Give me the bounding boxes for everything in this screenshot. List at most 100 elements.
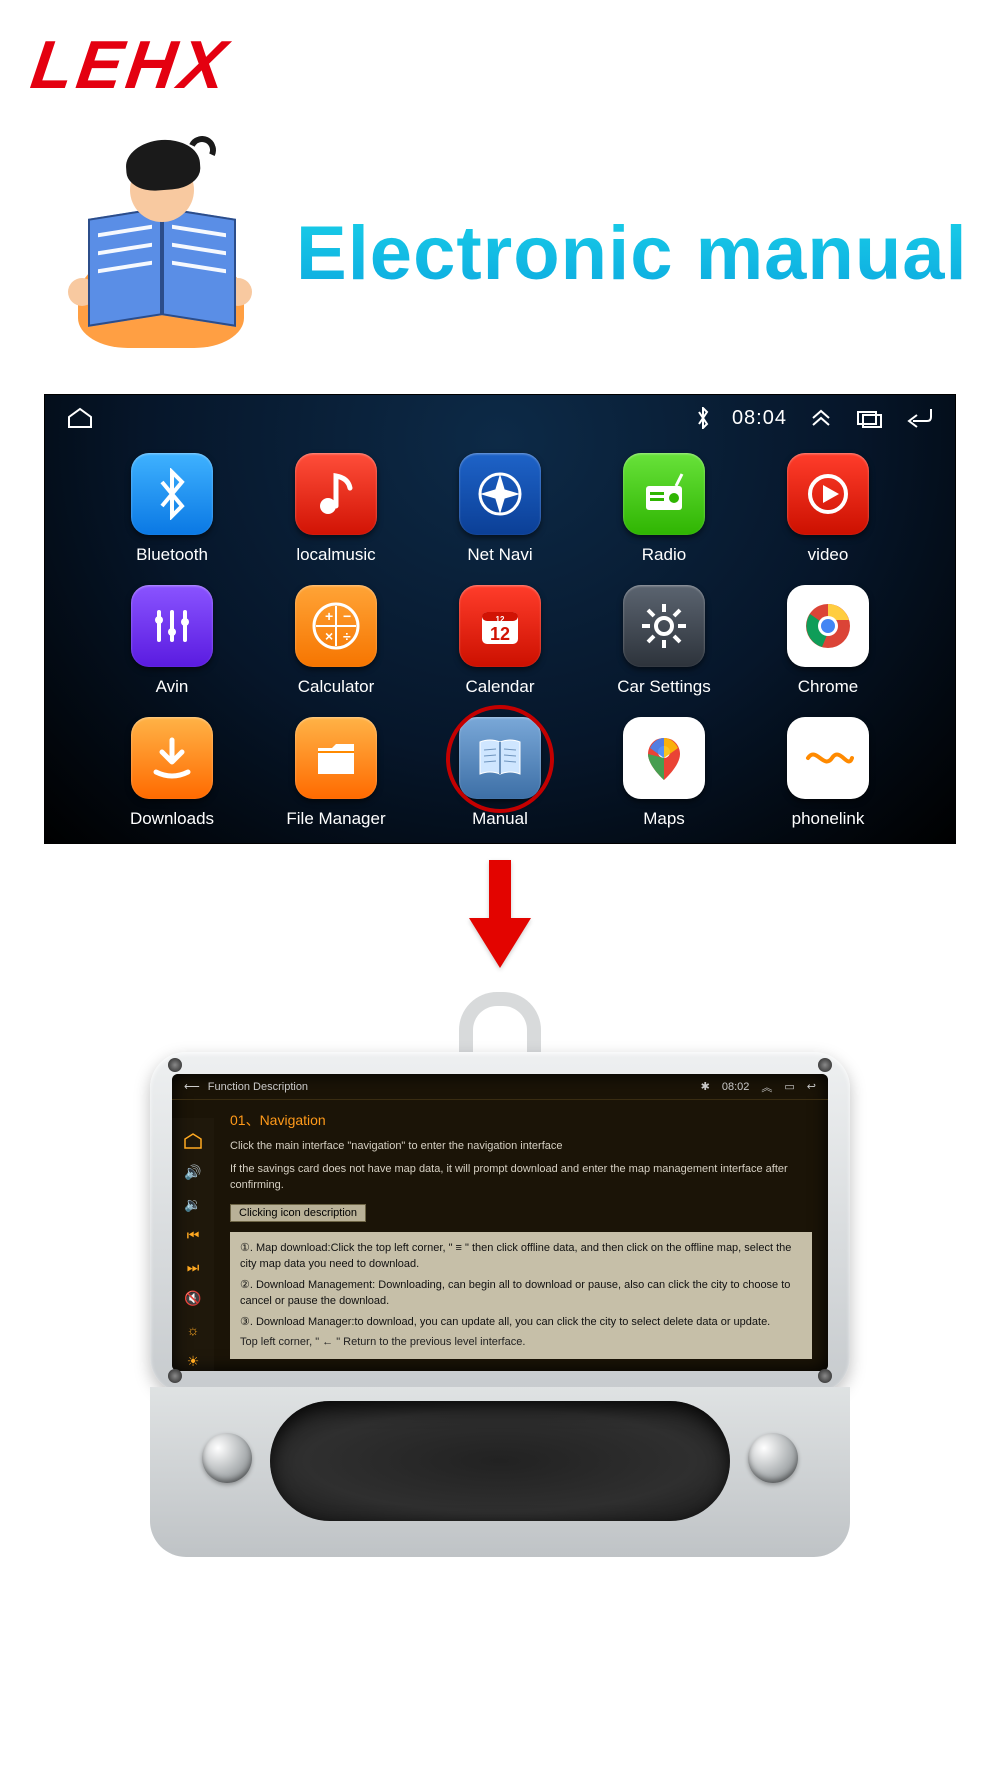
recents-icon[interactable] bbox=[855, 408, 883, 428]
app-label: Calculator bbox=[298, 677, 375, 697]
manual-item-1: ①. Map download:Click the top left corne… bbox=[240, 1240, 802, 1273]
netnavi-icon bbox=[459, 453, 541, 535]
manual-ordered-list: ①. Map download:Click the top left corne… bbox=[230, 1232, 812, 1359]
sidebar-vol-down-icon[interactable]: 🔉 bbox=[181, 1196, 205, 1214]
svg-text:−: − bbox=[343, 608, 351, 624]
apps-grid: Bluetooth localmusic Net Navi Radio video Avi… bbox=[45, 441, 955, 835]
sidebar-next-icon[interactable]: ⏭ bbox=[181, 1259, 205, 1277]
app-chrome[interactable]: Chrome bbox=[751, 585, 905, 697]
app-maps[interactable]: Maps bbox=[587, 717, 741, 829]
svg-text:×: × bbox=[325, 628, 333, 644]
device-frame: ⟵ Function Description ✱ 08:02 ︽ ▭ ↩ 🔊 🔉 bbox=[150, 1052, 850, 1393]
app-phonelink[interactable]: phonelink bbox=[751, 717, 905, 829]
arrow-down-icon bbox=[0, 860, 1000, 970]
app-label: Bluetooth bbox=[136, 545, 208, 565]
knob-right[interactable] bbox=[748, 1433, 798, 1483]
home-outline-icon[interactable] bbox=[67, 407, 93, 429]
recents-mini-icon[interactable]: ▭ bbox=[784, 1080, 794, 1093]
chrome-icon bbox=[787, 585, 869, 667]
back-icon[interactable] bbox=[905, 408, 933, 428]
sidebar-prev-icon[interactable]: ⏮ bbox=[181, 1227, 205, 1245]
device-wrap: ⟵ Function Description ✱ 08:02 ︽ ▭ ↩ 🔊 🔉 bbox=[0, 992, 1000, 1597]
gps-antenna bbox=[459, 992, 541, 1052]
sidebar-mute-icon[interactable]: 🔇 bbox=[181, 1290, 205, 1308]
svg-text:÷: ÷ bbox=[343, 628, 351, 644]
car-head-unit: ⟵ Function Description ✱ 08:02 ︽ ▭ ↩ 🔊 🔉 bbox=[150, 992, 850, 1557]
manual-topbar-title: Function Description bbox=[208, 1081, 308, 1093]
manual-screen: ⟵ Function Description ✱ 08:02 ︽ ▭ ↩ 🔊 🔉 bbox=[172, 1074, 828, 1371]
reader-illustration bbox=[60, 158, 260, 348]
app-bluetooth[interactable]: Bluetooth bbox=[95, 453, 249, 565]
phonelink-icon bbox=[787, 717, 869, 799]
bluetooth-icon bbox=[131, 453, 213, 535]
bluetooth-mini-icon: ✱ bbox=[701, 1080, 710, 1093]
manual-item-3: ③. Download Manager:to download, you can… bbox=[240, 1314, 802, 1331]
filemanager-icon bbox=[295, 717, 377, 799]
manual-subhead: Clicking icon description bbox=[230, 1204, 366, 1222]
radio-icon bbox=[623, 453, 705, 535]
manual-time: 08:02 bbox=[722, 1081, 750, 1093]
sidebar-vol-up-icon[interactable]: 🔊 bbox=[181, 1164, 205, 1182]
calendar-icon: 1212 bbox=[459, 585, 541, 667]
app-manual[interactable]: Manual bbox=[423, 717, 577, 829]
app-label: phonelink bbox=[792, 809, 865, 829]
manual-item-2: ②. Download Management: Downloading, can… bbox=[240, 1277, 802, 1310]
app-label: Calendar bbox=[466, 677, 535, 697]
status-time: 08:04 bbox=[732, 407, 787, 430]
app-label: video bbox=[808, 545, 849, 565]
maps-icon bbox=[623, 717, 705, 799]
sidebar-home-icon[interactable] bbox=[181, 1132, 205, 1150]
brand-logo: LEHX bbox=[27, 26, 235, 104]
page-title: Electronic manual bbox=[296, 210, 968, 297]
android-launcher: 08:04 Bluetooth localmusic Net Navi Radio vi… bbox=[44, 394, 956, 844]
highlight-ring bbox=[446, 705, 554, 813]
dash-panel bbox=[150, 1387, 850, 1557]
downloads-icon bbox=[131, 717, 213, 799]
manual-item-tail: Top left corner, " ← " Return to the pre… bbox=[240, 1334, 802, 1351]
manual-content: 01、Navigation Click the main interface "… bbox=[214, 1100, 828, 1371]
chevrons-up-icon[interactable] bbox=[809, 408, 833, 428]
manual-sidebar: 🔊 🔉 ⏮ ⏭ 🔇 ☼ ☀ bbox=[172, 1118, 214, 1371]
status-bar: 08:04 bbox=[45, 395, 955, 441]
sidebar-bright-down-icon[interactable]: ☼ bbox=[181, 1322, 205, 1340]
chevrons-up-mini-icon[interactable]: ︽ bbox=[761, 1079, 772, 1095]
calculator-icon: +−× ÷ bbox=[295, 585, 377, 667]
app-carsettings[interactable]: Car Settings bbox=[587, 585, 741, 697]
app-label: Car Settings bbox=[617, 677, 711, 697]
app-label: Downloads bbox=[130, 809, 214, 829]
app-label: File Manager bbox=[286, 809, 385, 829]
app-downloads[interactable]: Downloads bbox=[95, 717, 249, 829]
app-label: Radio bbox=[642, 545, 686, 565]
svg-text:12: 12 bbox=[490, 624, 510, 644]
app-radio[interactable]: Radio bbox=[587, 453, 741, 565]
brand-row: LEHX bbox=[0, 0, 1000, 104]
manual-line-2: If the savings card does not have map da… bbox=[230, 1161, 812, 1194]
app-filemanager[interactable]: File Manager bbox=[259, 717, 413, 829]
back-arrow-icon[interactable]: ⟵ bbox=[184, 1080, 200, 1093]
video-icon bbox=[787, 453, 869, 535]
knob-left[interactable] bbox=[202, 1433, 252, 1483]
title-row: Electronic manual bbox=[0, 104, 1000, 362]
app-label: localmusic bbox=[296, 545, 375, 565]
carsettings-icon bbox=[623, 585, 705, 667]
sidebar-bright-up-icon[interactable]: ☀ bbox=[181, 1353, 205, 1371]
app-label: Net Navi bbox=[467, 545, 532, 565]
svg-text:12: 12 bbox=[496, 615, 505, 624]
back-mini-icon[interactable]: ↩ bbox=[807, 1080, 816, 1093]
manual-section-title: 01、Navigation bbox=[230, 1110, 812, 1130]
svg-text:+: + bbox=[325, 608, 333, 624]
app-video[interactable]: video bbox=[751, 453, 905, 565]
app-netnavi[interactable]: Net Navi bbox=[423, 453, 577, 565]
manual-line-1: Click the main interface "navigation" to… bbox=[230, 1138, 812, 1155]
app-calculator[interactable]: +−× ÷ Calculator bbox=[259, 585, 413, 697]
app-label: Maps bbox=[643, 809, 685, 829]
app-label: Chrome bbox=[798, 677, 858, 697]
app-avin[interactable]: Avin bbox=[95, 585, 249, 697]
app-localmusic[interactable]: localmusic bbox=[259, 453, 413, 565]
bluetooth-status-icon bbox=[696, 407, 710, 429]
localmusic-icon bbox=[295, 453, 377, 535]
app-calendar[interactable]: 1212 Calendar bbox=[423, 585, 577, 697]
app-label: Avin bbox=[156, 677, 189, 697]
avin-icon bbox=[131, 585, 213, 667]
manual-topbar: ⟵ Function Description ✱ 08:02 ︽ ▭ ↩ bbox=[172, 1074, 828, 1100]
